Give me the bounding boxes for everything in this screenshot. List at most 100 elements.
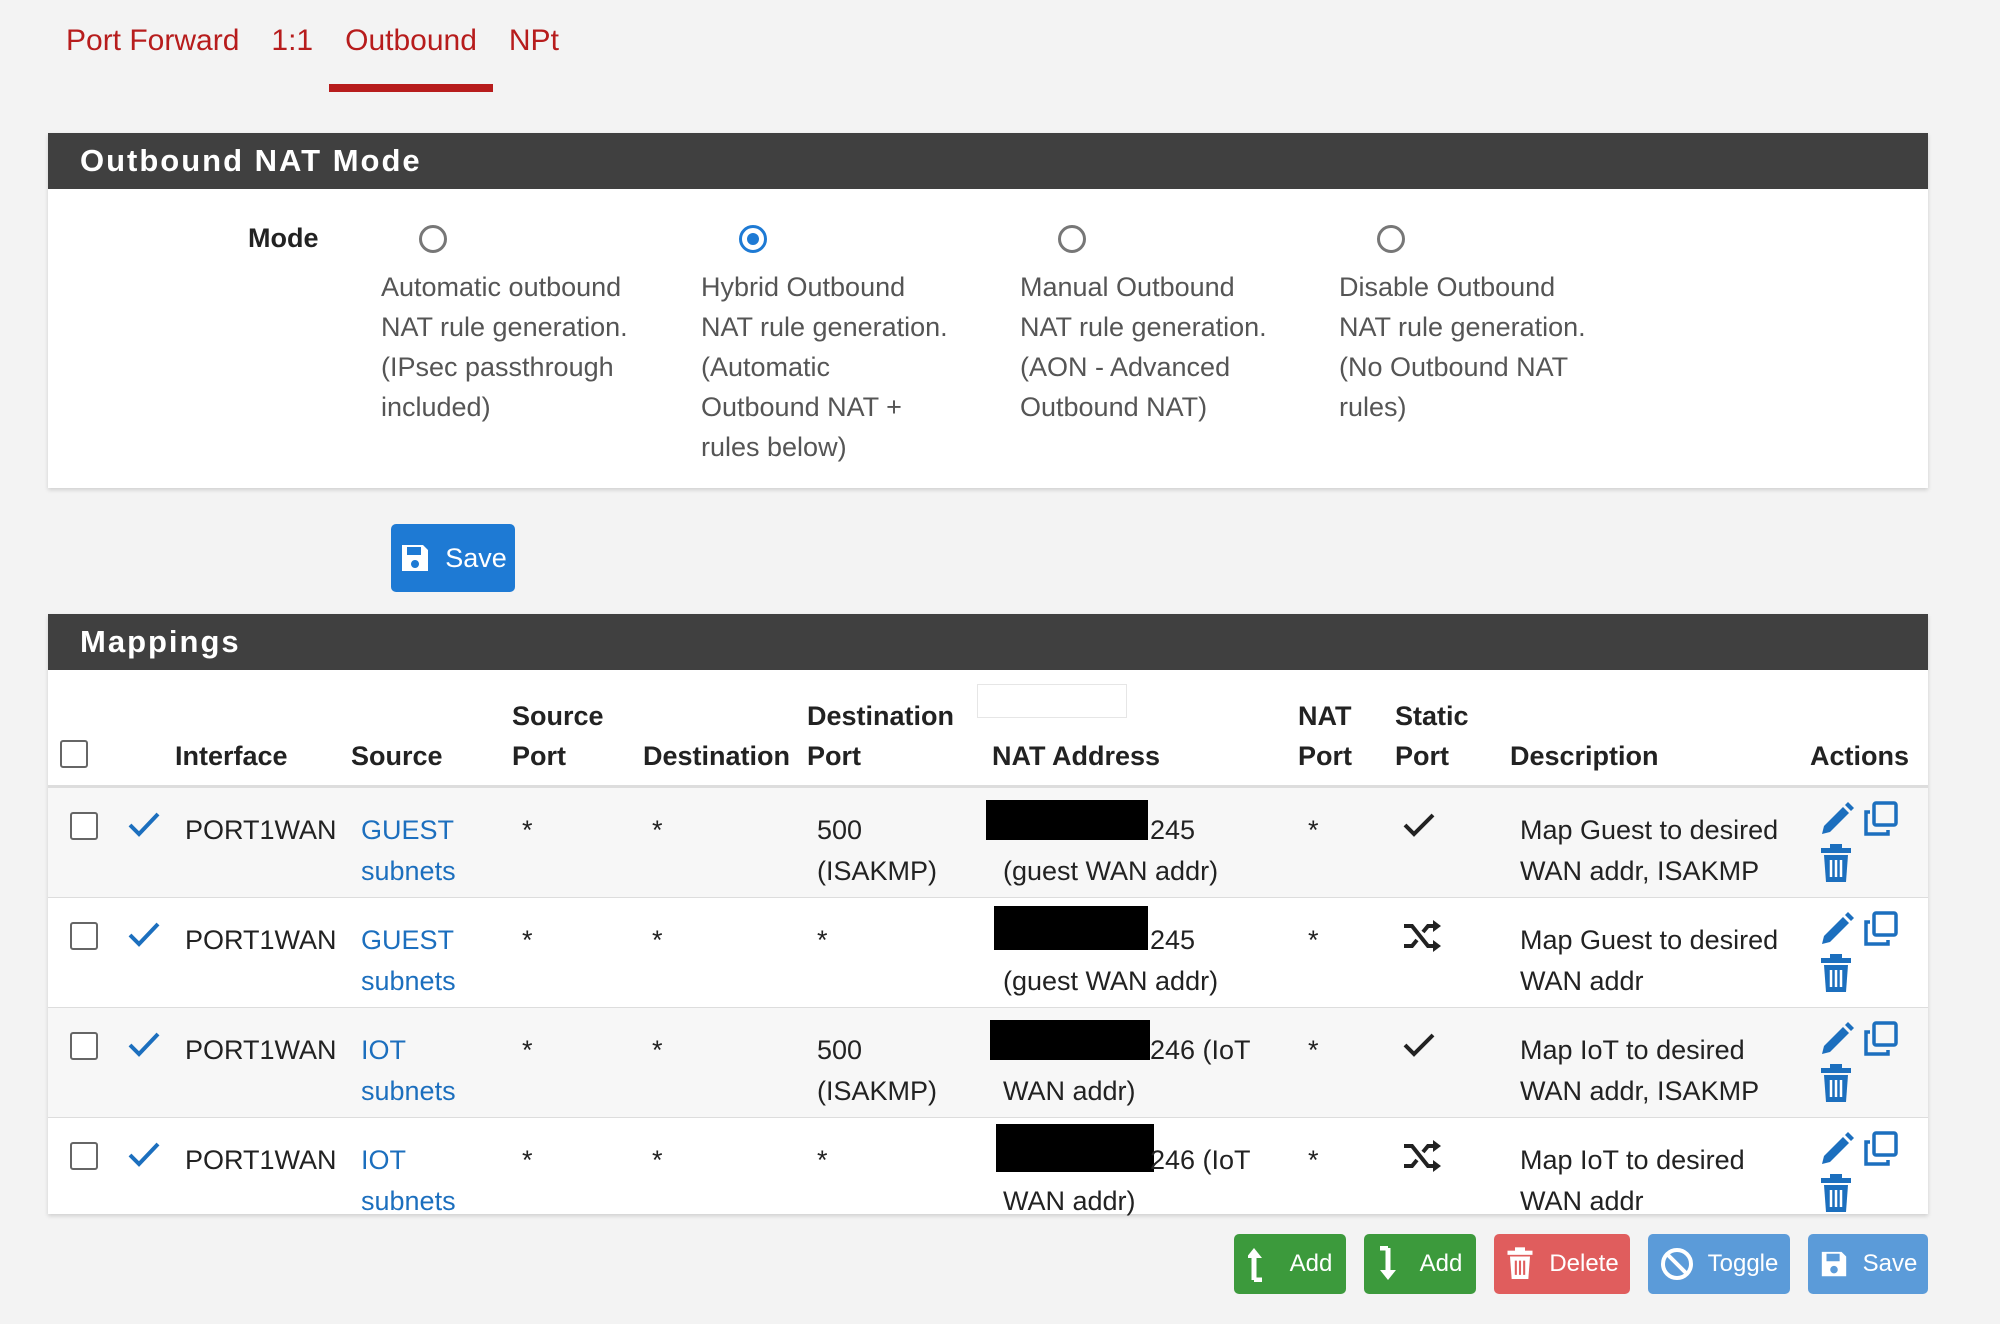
- mode-option-automatic: Automatic outbound NAT rule generation. …: [381, 225, 671, 427]
- source-line: IOT: [361, 1035, 406, 1065]
- table-row[interactable]: PORT1WAN IOT subnets * * 500 (ISAKMP) 24…: [48, 1008, 1928, 1118]
- pencil-icon[interactable]: [1818, 910, 1856, 948]
- trash-icon[interactable]: [1818, 1174, 1854, 1214]
- copy-icon[interactable]: [1862, 910, 1900, 948]
- mode-option-text: Hybrid Outbound NAT rule generation. (Au…: [701, 267, 991, 467]
- cell-nat-port: *: [1308, 815, 1319, 845]
- source-line: subnets: [361, 966, 456, 996]
- table-header: Interface Source Source Port Destination…: [48, 670, 1928, 788]
- mode-label: Mode: [248, 223, 319, 253]
- cell-nat-address: 245: [1150, 925, 1196, 955]
- mode-option-text: Disable Outbound NAT rule generation. (N…: [1339, 267, 1629, 427]
- tab-port-forward[interactable]: Port Forward: [50, 14, 255, 92]
- arrow-turn-down-icon: [1378, 1246, 1406, 1282]
- header-nat-port: NAT Port: [1298, 696, 1352, 776]
- tab-outbound[interactable]: Outbound: [329, 14, 493, 92]
- outbound-nat-mode-panel: Outbound NAT Mode Mode Automatic outboun…: [48, 133, 1928, 488]
- cell-interface: PORT1WAN: [185, 925, 337, 955]
- cell-interface: PORT1WAN: [185, 815, 337, 845]
- add-bottom-label: Add: [1419, 1250, 1463, 1277]
- row-checkbox[interactable]: [70, 922, 98, 950]
- source-line: GUEST: [361, 925, 455, 955]
- tab-npt[interactable]: NPt: [493, 14, 575, 92]
- table-row[interactable]: PORT1WAN GUEST subnets * * 500 (ISAKMP) …: [48, 788, 1928, 898]
- trash-icon[interactable]: [1818, 844, 1854, 884]
- check-icon: [1402, 1028, 1436, 1062]
- cell-destination-port: *: [817, 925, 828, 955]
- cell-source-link[interactable]: GUEST subnets: [361, 810, 456, 892]
- cell-nat-port: *: [1308, 925, 1319, 955]
- radio-automatic[interactable]: [419, 225, 447, 253]
- desc-line: Map IoT to desired: [1520, 1035, 1745, 1065]
- cell-destination: *: [652, 1145, 663, 1175]
- row-checkbox[interactable]: [70, 1142, 98, 1170]
- mode-text-line: (IPsec passthrough: [381, 352, 614, 382]
- cell-source-link[interactable]: IOT subnets: [361, 1030, 456, 1112]
- cell-interface: PORT1WAN: [185, 1145, 337, 1175]
- radio-hybrid[interactable]: [739, 225, 767, 253]
- header-line: Port: [1395, 741, 1449, 771]
- mode-text-line: Outbound NAT +: [701, 392, 902, 422]
- cell-source-link[interactable]: IOT subnets: [361, 1140, 456, 1222]
- dest-port-line: (ISAKMP): [817, 856, 938, 886]
- save-mode-label: Save: [445, 542, 507, 573]
- ban-icon: [1660, 1247, 1694, 1281]
- pencil-icon[interactable]: [1818, 1130, 1856, 1168]
- dest-port-line: 500: [817, 815, 863, 845]
- radio-disable[interactable]: [1377, 225, 1405, 253]
- header-line: NAT: [1298, 701, 1352, 731]
- add-top-button[interactable]: Add: [1234, 1234, 1346, 1294]
- add-top-label: Add: [1289, 1250, 1333, 1277]
- mode-text-line: NAT rule generation.: [381, 312, 628, 342]
- save-rules-label: Save: [1862, 1250, 1918, 1277]
- nat-tabs: Port Forward 1:1 Outbound NPt: [50, 14, 575, 92]
- copy-icon[interactable]: [1862, 800, 1900, 838]
- mode-option-text: Manual Outbound NAT rule generation. (AO…: [1020, 267, 1310, 427]
- header-static-port: Static Port: [1395, 696, 1469, 776]
- row-checkbox[interactable]: [70, 1032, 98, 1060]
- table-row[interactable]: PORT1WAN GUEST subnets * * * 245 (guest …: [48, 898, 1928, 1008]
- mode-text-line: Hybrid Outbound: [701, 272, 906, 302]
- trash-icon: [1505, 1247, 1535, 1281]
- mode-text-line: Disable Outbound: [1339, 272, 1556, 302]
- floppy-disk-icon: [399, 542, 431, 574]
- cell-description: Map IoT to desired WAN addr: [1520, 1140, 1745, 1222]
- mode-text-line: Automatic outbound: [381, 272, 622, 302]
- panel-title: Outbound NAT Mode: [48, 133, 1928, 189]
- copy-icon[interactable]: [1862, 1130, 1900, 1168]
- save-mode-button[interactable]: Save: [391, 524, 515, 592]
- pencil-icon[interactable]: [1818, 1020, 1856, 1058]
- trash-icon[interactable]: [1818, 954, 1854, 994]
- delete-button[interactable]: Delete: [1494, 1234, 1630, 1294]
- tab-one-to-one[interactable]: 1:1: [255, 14, 329, 92]
- shuffle-icon: [1402, 918, 1442, 954]
- pencil-icon[interactable]: [1818, 800, 1856, 838]
- header-line: Port: [807, 741, 861, 771]
- add-bottom-button[interactable]: Add: [1364, 1234, 1476, 1294]
- mode-text-line: rules): [1339, 392, 1407, 422]
- table-row[interactable]: PORT1WAN IOT subnets * * * 246 (IoT WAN …: [48, 1118, 1928, 1228]
- cell-destination-port: *: [817, 1145, 828, 1175]
- cell-source-port: *: [522, 1145, 533, 1175]
- header-blank-box: [977, 684, 1127, 718]
- source-line: subnets: [361, 856, 456, 886]
- header-line: Port: [1298, 741, 1352, 771]
- dest-port-line: 500: [817, 1035, 863, 1065]
- save-rules-button[interactable]: Save: [1808, 1234, 1928, 1294]
- source-line: GUEST: [361, 815, 455, 845]
- mode-text-line: rules below): [701, 432, 847, 462]
- desc-line: WAN addr, ISAKMP: [1520, 1076, 1760, 1106]
- copy-icon[interactable]: [1862, 1020, 1900, 1058]
- row-checkbox[interactable]: [70, 812, 98, 840]
- redacted-block: [986, 800, 1148, 840]
- radio-manual[interactable]: [1058, 225, 1086, 253]
- cell-source-link[interactable]: GUEST subnets: [361, 920, 456, 1002]
- mode-option-manual: Manual Outbound NAT rule generation. (AO…: [1020, 225, 1310, 427]
- cell-nat-port: *: [1308, 1035, 1319, 1065]
- select-all-checkbox[interactable]: [60, 740, 88, 768]
- mode-text-line: included): [381, 392, 491, 422]
- header-line: Destination: [807, 701, 955, 731]
- trash-icon[interactable]: [1818, 1064, 1854, 1104]
- cell-nat-address: 246 (IoT: [1150, 1035, 1251, 1065]
- toggle-button[interactable]: Toggle: [1648, 1234, 1790, 1294]
